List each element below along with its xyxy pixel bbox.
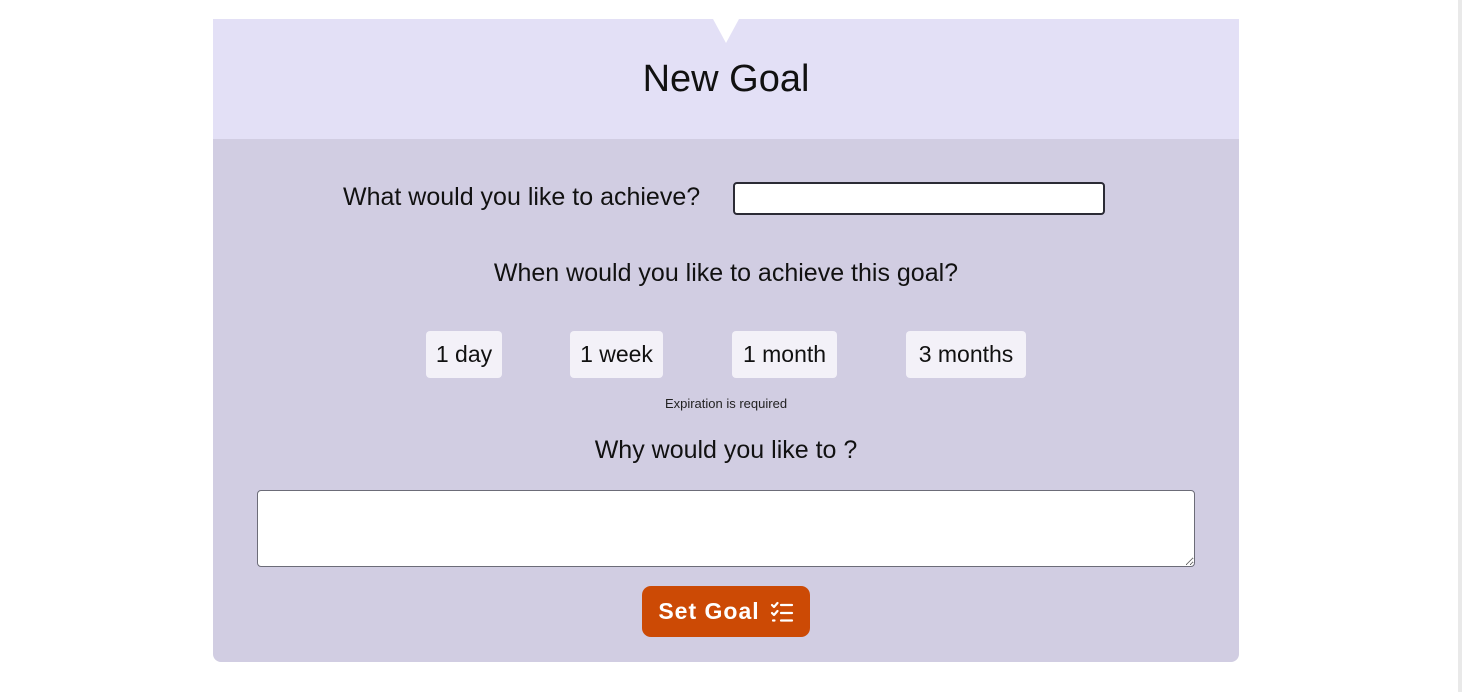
achieve-label: What would you like to achieve? xyxy=(343,183,701,211)
window-edge xyxy=(1458,0,1462,692)
set-goal-button-label: Set Goal xyxy=(658,598,760,624)
why-label: Why would you like to ? xyxy=(594,436,858,464)
when-label: When would you like to achieve this goal… xyxy=(493,259,959,287)
expiration-option-1-week[interactable]: 1 week xyxy=(570,331,663,378)
goal-form: What would you like to achieve? When wou… xyxy=(213,139,1239,662)
expiration-option-1-month[interactable]: 1 month xyxy=(732,331,837,378)
page-title: New Goal xyxy=(642,58,810,100)
checklist-icon xyxy=(770,601,794,623)
card-header: New Goal xyxy=(213,19,1239,139)
achieve-input[interactable] xyxy=(733,182,1105,215)
set-goal-button[interactable]: Set Goal xyxy=(642,586,810,637)
expiration-error-message: Expiration is required xyxy=(664,396,788,411)
page: New Goal What would you like to achieve?… xyxy=(0,0,1462,692)
new-goal-card: New Goal What would you like to achieve?… xyxy=(213,19,1239,662)
why-textarea[interactable] xyxy=(257,490,1195,567)
expiration-option-1-day[interactable]: 1 day xyxy=(426,331,502,378)
expiration-option-3-months[interactable]: 3 months xyxy=(906,331,1026,378)
header-notch xyxy=(713,19,739,43)
